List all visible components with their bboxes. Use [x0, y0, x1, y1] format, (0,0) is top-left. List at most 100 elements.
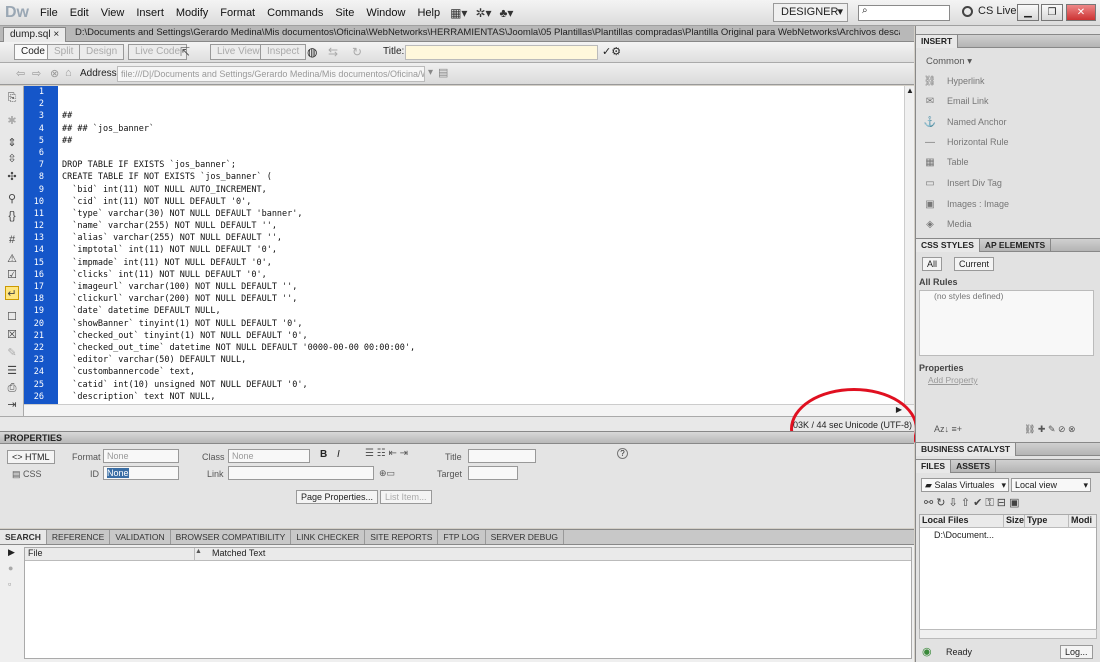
title-prop-input[interactable] [468, 449, 536, 463]
tab-ap-elements[interactable]: AP ELEMENTS [980, 239, 1052, 252]
log-button[interactable]: Log... [1060, 645, 1093, 659]
indent-icon[interactable]: ⇥ [5, 398, 19, 412]
file-row-root[interactable]: D:\Document... [920, 530, 1096, 540]
list-icons[interactable]: ☰ ☷ ⇤ ⇥ [365, 448, 408, 459]
menu-insert[interactable]: Insert [130, 0, 170, 26]
insert-div-tag[interactable]: ▭ Insert Div Tag [916, 173, 1091, 193]
collapse-selection-icon[interactable]: ⇳ [5, 152, 19, 166]
insert-image[interactable]: ▣ Images : Image [916, 194, 1091, 214]
design-view-button[interactable]: Design [79, 44, 125, 60]
business-catalyst-tab[interactable]: BUSINESS CATALYST [916, 443, 1017, 456]
collapse-tag-icon[interactable]: ⇕ [5, 136, 19, 150]
highlight-invalid-icon[interactable]: ⚠ [5, 252, 19, 266]
css-current-button[interactable]: Current [954, 257, 995, 271]
layout-icon[interactable]: ▦▾ [446, 6, 471, 20]
browser-options-icon[interactable]: ▤ [438, 66, 448, 79]
col-matched-text[interactable]: Matched Text [209, 548, 265, 560]
menu-view[interactable]: View [95, 0, 131, 26]
validate-icon[interactable]: ✓⚙ [602, 45, 621, 58]
word-wrap-icon[interactable]: ↵ [5, 286, 19, 300]
play-icon[interactable]: ▶ [8, 547, 15, 558]
tab-search[interactable]: SEARCH [0, 530, 47, 544]
business-catalyst-header[interactable]: BUSINESS CATALYST [916, 442, 1100, 456]
stop-icon[interactable]: ● [8, 563, 13, 573]
tab-site-reports[interactable]: SITE REPORTS [365, 530, 439, 544]
tab-server-debug[interactable]: SERVER DEBUG [486, 530, 564, 544]
save-report-icon[interactable]: ▫ [8, 579, 11, 589]
balance-braces-icon[interactable]: {} [5, 210, 19, 224]
tab-assets[interactable]: ASSETS [951, 460, 997, 473]
home-icon[interactable]: ⌂ [65, 67, 72, 79]
close-button[interactable]: ✕ [1066, 4, 1096, 21]
inspect-mode-icon[interactable]: ⇱ [180, 45, 190, 59]
line-numbers-icon[interactable]: # [5, 234, 19, 248]
workspace-switcher[interactable]: DESIGNER ▾ [773, 3, 848, 22]
apply-comment-icon[interactable]: ☐ [5, 310, 19, 324]
link-input[interactable] [228, 466, 374, 480]
address-history-icon[interactable]: ▾ [428, 67, 433, 78]
id-select[interactable]: None [103, 466, 179, 480]
select-parent-tag-icon[interactable]: ⚲ [5, 192, 19, 206]
col-modified[interactable]: Modi [1069, 515, 1092, 527]
wrap-tag-icon[interactable]: ✎ [5, 346, 19, 360]
split-view-button[interactable]: Split [47, 44, 81, 60]
format-select[interactable]: None [103, 449, 179, 463]
menu-modify[interactable]: Modify [170, 0, 214, 26]
files-hscroll[interactable] [919, 629, 1097, 639]
view-select[interactable]: Local view ▾ [1011, 478, 1091, 492]
properties-header[interactable]: PROPERTIES [0, 431, 914, 444]
code-vertical-scrollbar[interactable]: ▲ [904, 86, 914, 404]
file-management-icon[interactable]: ⇆ [328, 45, 338, 59]
css-all-button[interactable]: All [922, 257, 943, 271]
stop-icon[interactable]: ⊗ [50, 67, 59, 80]
insert-media[interactable]: ◈ Media [916, 214, 1091, 234]
italic-button[interactable]: I [337, 449, 340, 460]
menu-window[interactable]: Window [360, 0, 411, 26]
refresh-icon[interactable]: ↻ [352, 45, 362, 59]
open-documents-icon[interactable]: ⎘ [5, 92, 19, 106]
live-view-button[interactable]: Live View [210, 44, 267, 60]
move-css-icon[interactable]: ⎙ [5, 382, 19, 396]
insert-horizontal-rule[interactable]: ― Horizontal Rule [916, 132, 1091, 152]
site-icon[interactable]: ♣▾ [496, 6, 518, 20]
col-file[interactable]: File [25, 548, 195, 560]
forward-icon[interactable]: ⇨ [32, 67, 41, 80]
extend-icon[interactable]: ✲▾ [471, 6, 495, 20]
code-editor[interactable]: ## ## ## `jos_banner` ## DROP TABLE IF EXIS… [58, 86, 904, 404]
html-mode-button[interactable]: <> HTML [7, 450, 55, 464]
tab-link-checker[interactable]: LINK CHECKER [291, 530, 366, 544]
insert-panel-header[interactable]: INSERT [916, 34, 1100, 48]
css-mode-button[interactable]: ▤ CSS [12, 469, 42, 480]
files-toolbar-icons[interactable]: ⚯ ↻ ⇩ ⇧ ✔ ⚿ ⊟ ▣ [924, 496, 1019, 510]
tab-css-styles[interactable]: CSS STYLES [916, 239, 980, 252]
col-size[interactable]: Size [1004, 515, 1025, 527]
menu-help[interactable]: Help [411, 0, 446, 26]
help-icon[interactable]: ? [617, 448, 628, 459]
expand-all-icon[interactable]: ✣ [5, 170, 19, 184]
close-icon[interactable]: × [53, 29, 59, 40]
page-properties-button[interactable]: Page Properties... [296, 490, 379, 504]
insert-tab[interactable]: INSERT [916, 35, 959, 48]
col-type[interactable]: Type [1025, 515, 1069, 527]
live-code-button[interactable]: Live Code [128, 44, 188, 60]
tab-files[interactable]: FILES [916, 460, 952, 473]
title-input[interactable] [405, 45, 598, 60]
scroll-up-icon[interactable]: ▲ [906, 86, 914, 95]
insert-hyperlink[interactable]: ⛓ Hyperlink [916, 71, 1091, 91]
css-rules-list[interactable]: (no styles defined) [919, 290, 1094, 356]
search-results-table[interactable]: File ▲ Matched Text [24, 547, 912, 659]
code-horizontal-scrollbar[interactable]: ▶ [24, 404, 914, 416]
address-input[interactable]: file:///D|/Documents and Settings/Gerard… [117, 66, 425, 82]
tab-validation[interactable]: VALIDATION [110, 530, 171, 544]
files-tree[interactable]: Local Files Size Type Modi D:\Document..… [919, 514, 1097, 639]
tab-reference[interactable]: REFERENCE [47, 530, 111, 544]
back-icon[interactable]: ⇦ [16, 67, 25, 80]
syntax-error-icon[interactable]: ☑ [5, 268, 19, 282]
css-action-icons[interactable]: ⛓ ✚ ✎ ⊘ ⊗ [1024, 424, 1076, 435]
class-select[interactable]: None [228, 449, 310, 463]
point-to-file-icon[interactable]: ⊕▭ [379, 468, 395, 479]
target-select[interactable] [468, 466, 518, 480]
tab-browser-compatibility[interactable]: BROWSER COMPATIBILITY [171, 530, 292, 544]
minimize-button[interactable]: ▁ [1017, 4, 1039, 21]
cs-live[interactable]: CS Live [962, 5, 1017, 17]
